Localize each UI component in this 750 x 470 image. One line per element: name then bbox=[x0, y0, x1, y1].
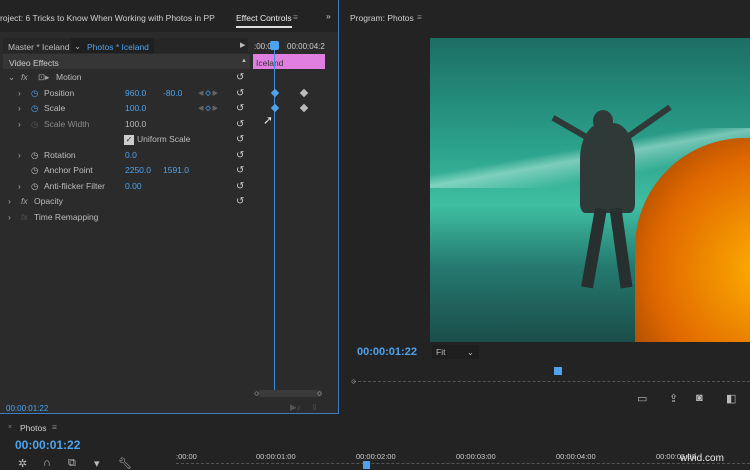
marker-icon[interactable]: ▾ bbox=[94, 457, 100, 470]
snap-icon[interactable]: ∩ bbox=[43, 457, 51, 469]
fx-icon: fx bbox=[21, 196, 28, 206]
reset-icon[interactable]: ↺ bbox=[236, 163, 244, 179]
panel-tab-bar: roject: 6 Tricks to Know When Working wi… bbox=[0, 0, 338, 32]
reset-icon[interactable]: ↺ bbox=[236, 132, 244, 148]
reset-icon[interactable]: ↺ bbox=[236, 117, 244, 133]
property-row: › ◷ Anti-flicker Filter 0.00 ↺ bbox=[0, 179, 250, 195]
panel-menu-icon[interactable]: ≡ bbox=[417, 12, 422, 22]
camera-icon[interactable]: ◙ bbox=[696, 392, 703, 404]
value[interactable]: -80.0 bbox=[163, 86, 182, 102]
stopwatch-icon[interactable]: ◷ bbox=[31, 101, 38, 117]
mouse-cursor: ➚ bbox=[263, 113, 274, 127]
ruler-end: 00:00:04:2 bbox=[287, 42, 325, 51]
export-frame-icon[interactable]: ⇪ bbox=[669, 392, 678, 405]
property-row: › ◷ Position 960.0 -80.0 ◀ ◇ ▶ ↺ bbox=[0, 86, 250, 102]
stopwatch-icon[interactable]: ◷ bbox=[31, 163, 38, 179]
tab-effect-controls[interactable]: Effect Controls bbox=[236, 13, 292, 28]
keyframe[interactable] bbox=[299, 88, 309, 98]
program-playhead[interactable] bbox=[554, 367, 562, 375]
tick-label: 00:00:01:00 bbox=[256, 452, 296, 461]
timeline-title[interactable]: Photos bbox=[20, 423, 46, 433]
stopwatch-icon[interactable]: ◷ bbox=[31, 86, 38, 102]
close-icon[interactable]: × bbox=[8, 424, 12, 431]
property-row: ◷ Anchor Point 2250.0 1591.0 ↺ bbox=[0, 163, 250, 179]
reset-icon[interactable]: ↺ bbox=[236, 148, 244, 164]
watermark: wlvid.com bbox=[680, 453, 724, 464]
video-frame bbox=[430, 38, 750, 342]
safe-margins-icon[interactable]: ▭ bbox=[637, 392, 647, 405]
scroll-handle-right[interactable]: ○ bbox=[317, 388, 322, 398]
fx-icon: fx bbox=[21, 211, 28, 222]
effect-controls-panel: roject: 6 Tricks to Know When Working wi… bbox=[0, 0, 339, 414]
motion-icon: ⊡▸ bbox=[38, 72, 50, 82]
timeline-panel: × Photos ≡ 00:00:01:22 ✲ ∩ ⧉ ▾ 🔧︎ :00:00… bbox=[0, 416, 750, 470]
property-row: › ◷ Scale Width 100.0 ↺ bbox=[0, 117, 250, 133]
value[interactable]: 960.0 bbox=[125, 86, 146, 102]
panel-menu-icon[interactable]: ≡ bbox=[52, 422, 57, 432]
tick-label: :00:00 bbox=[176, 452, 197, 461]
time-remapping-row[interactable]: › fx Time Remapping bbox=[0, 210, 250, 226]
uniform-scale-checkbox[interactable]: ✓ bbox=[124, 135, 134, 145]
opacity-row[interactable]: › fx Opacity ↺ bbox=[0, 194, 250, 210]
play-triangle-icon[interactable]: ▶ bbox=[240, 41, 245, 49]
keyframe-nav-icon[interactable]: ◀ ◇ ▶ bbox=[198, 101, 218, 117]
in-handle[interactable]: ○ bbox=[351, 376, 356, 386]
program-scrubber[interactable] bbox=[353, 372, 750, 382]
clip-selector[interactable]: ⌄ Photos * Iceland bbox=[71, 38, 154, 53]
video-effects-header: Video Effects bbox=[9, 58, 59, 68]
wrench-icon[interactable]: 🔧︎ bbox=[118, 457, 132, 470]
value[interactable]: 1591.0 bbox=[163, 163, 189, 179]
property-row: › ◷ Rotation 0.0 ↺ bbox=[0, 148, 250, 164]
property-row: › ◷ Scale 100.0 ◀ ◇ ▶ ↺ bbox=[0, 101, 250, 117]
scroll-handle-left[interactable]: ○ bbox=[254, 388, 259, 398]
value[interactable]: 0.0 bbox=[125, 148, 137, 164]
program-timecode[interactable]: 00:00:01:22 bbox=[357, 346, 417, 358]
keyframe[interactable] bbox=[270, 103, 280, 113]
reset-icon[interactable]: ↺ bbox=[236, 70, 244, 86]
reset-icon[interactable]: ↺ bbox=[236, 179, 244, 195]
value[interactable]: 100.0 bbox=[125, 101, 146, 117]
clip-label: Photos * Iceland bbox=[87, 42, 149, 52]
export-icon[interactable]: ⇪ bbox=[311, 402, 318, 413]
reset-icon[interactable]: ↺ bbox=[236, 101, 244, 117]
fx-icon: fx bbox=[21, 72, 28, 82]
panel-menu-icon[interactable]: ≡ bbox=[293, 12, 298, 22]
tick-label: 00:00:04:00 bbox=[556, 452, 596, 461]
reset-icon[interactable]: ↺ bbox=[236, 86, 244, 102]
stopwatch-icon[interactable]: ◷ bbox=[31, 179, 38, 195]
tick-label: 00:00:02:00 bbox=[356, 452, 396, 461]
master-clip-label[interactable]: Master * Iceland bbox=[8, 42, 69, 52]
program-monitor: Program: Photos ≡ 00:00:01:22 Fit ⌄ ○ ▭ ⇪… bbox=[345, 0, 750, 414]
playhead-handle[interactable] bbox=[270, 41, 279, 50]
keyframe-nav-icon[interactable]: ◀ ◇ ▶ bbox=[198, 86, 218, 102]
value[interactable]: 2250.0 bbox=[125, 163, 151, 179]
nest-icon[interactable]: ✲ bbox=[18, 457, 27, 470]
ec-timecode[interactable]: 00:00:01:22 bbox=[6, 404, 48, 413]
tick-label: 00:00:03:00 bbox=[456, 452, 496, 461]
reset-icon[interactable]: ↺ bbox=[236, 194, 244, 210]
clip-bar[interactable]: Iceland bbox=[253, 54, 325, 69]
timeline-playhead[interactable] bbox=[363, 461, 370, 469]
motion-label[interactable]: Motion bbox=[56, 70, 82, 86]
value[interactable]: 0.00 bbox=[125, 179, 142, 195]
zoom-scrollbar[interactable] bbox=[258, 390, 322, 397]
timeline-ruler[interactable] bbox=[176, 463, 750, 469]
property-row: ✓ Uniform Scale ↺ bbox=[0, 132, 250, 148]
fit-dropdown[interactable]: Fit ⌄ bbox=[432, 345, 479, 359]
comparison-view-icon[interactable]: ◧ bbox=[726, 392, 736, 405]
collapse-icon[interactable]: ▲ bbox=[241, 58, 247, 64]
expand-panels-icon[interactable]: » bbox=[326, 11, 331, 21]
timeline-timecode[interactable]: 00:00:01:22 bbox=[15, 438, 80, 452]
linked-selection-icon[interactable]: ⧉ bbox=[68, 457, 76, 470]
keyframe[interactable] bbox=[299, 103, 309, 113]
stopwatch-icon: ◷ bbox=[31, 118, 39, 129]
filter-audio-icon[interactable]: ▶♪ bbox=[290, 402, 301, 413]
keyframe[interactable] bbox=[270, 88, 280, 98]
tab-project[interactable]: roject: 6 Tricks to Know When Working wi… bbox=[0, 13, 215, 23]
stopwatch-icon[interactable]: ◷ bbox=[31, 148, 38, 164]
program-title[interactable]: Program: Photos bbox=[350, 13, 414, 23]
